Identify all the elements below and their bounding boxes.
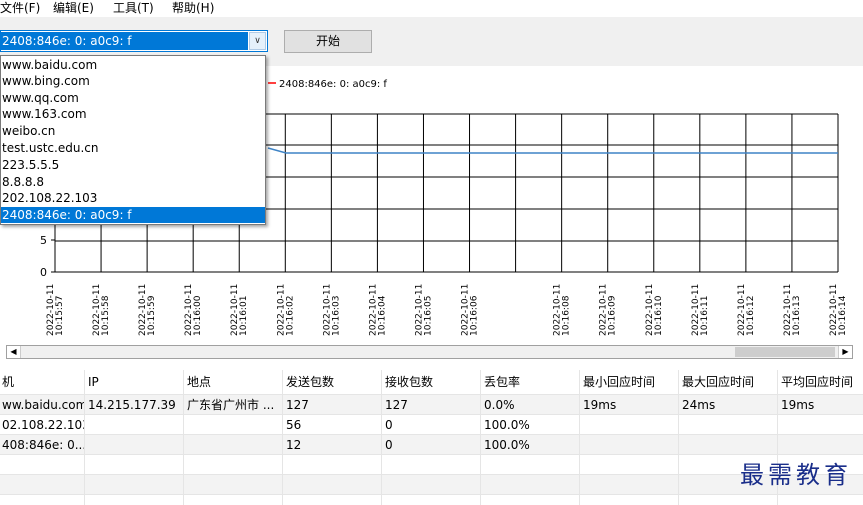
column-divider [678, 370, 679, 505]
cell-host: 408:846e: 0... [2, 438, 84, 452]
cell-location [185, 415, 282, 435]
x-tick-label: 2022-10-1110:16:09 [599, 284, 618, 336]
scrollbar-thumb[interactable] [735, 347, 835, 357]
table-row[interactable]: ww.baidu.com 14.215.177.39 广东省广州市 ... 12… [0, 395, 863, 415]
x-tick-label: 2022-10-1110:16:05 [414, 284, 433, 336]
cell-loss: 0.0% [484, 398, 515, 412]
scroll-left-icon[interactable]: ◀ [7, 346, 21, 358]
menu-bar: 文件(F) 编辑(E) 工具(T) 帮助(H) [0, 0, 863, 17]
cell-min [581, 435, 678, 455]
cell-received: 0 [385, 418, 393, 432]
legend-label: 2408:846e: 0: a0c9: f [279, 79, 387, 90]
results-table: 机 IP 地点 发送包数 接收包数 丢包率 最小回应时间 最大回应时间 平均回应… [0, 370, 863, 505]
col-header-max[interactable]: 最大回应时间 [680, 372, 775, 392]
watermark-text: 最需教育 [740, 461, 852, 489]
x-tick-label: 2022-10-1110:16:00 [184, 284, 203, 336]
host-combobox-value[interactable]: 2408:846e: 0: a0c9: f [1, 32, 248, 50]
dropdown-item[interactable]: 8.8.8.8 [1, 174, 265, 190]
col-header-min[interactable]: 最小回应时间 [581, 372, 676, 392]
x-tick-label: 2022-10-1110:16:08 [553, 284, 572, 336]
dropdown-item[interactable]: www.baidu.com [1, 57, 265, 73]
x-tick-label: 2022-10-1110:16:06 [461, 284, 480, 336]
cell-max [680, 415, 777, 435]
column-divider [480, 370, 481, 505]
cell-avg [779, 415, 863, 435]
cell-ip [86, 415, 184, 435]
cell-max: 24ms [682, 398, 716, 412]
dropdown-item-selected[interactable]: 2408:846e: 0: a0c9: f [1, 207, 265, 223]
x-tick-label: 2022-10-1110:16:11 [691, 284, 710, 336]
cell-loss: 100.0% [484, 438, 530, 452]
cell-location [185, 435, 282, 455]
x-tick-label: 2022-10-1110:16:14 [829, 284, 848, 336]
start-button[interactable]: 开始 [284, 30, 372, 53]
column-divider [282, 370, 283, 505]
series-line [267, 147, 838, 154]
col-header-loss[interactable]: 丢包率 [482, 372, 577, 392]
cell-avg: 19ms [781, 398, 815, 412]
x-tick-label: 2022-10-1110:15:59 [138, 284, 157, 336]
cell-sent: 127 [286, 398, 309, 412]
menu-file[interactable]: 文件(F) [0, 1, 40, 15]
dropdown-item[interactable]: weibo.cn [1, 123, 265, 139]
cell-min: 19ms [583, 398, 617, 412]
cell-host: 02.108.22.103 [2, 418, 84, 432]
col-header-location[interactable]: 地点 [185, 372, 280, 392]
cell-received: 127 [385, 398, 408, 412]
col-header-ip[interactable]: IP [86, 372, 181, 392]
cell-sent: 12 [286, 438, 302, 452]
cell-ip [86, 435, 184, 455]
cell-ip: 14.215.177.39 [88, 398, 176, 412]
column-divider [579, 370, 580, 505]
menu-tools[interactable]: 工具(T) [113, 1, 154, 15]
dropdown-item[interactable]: www.qq.com [1, 90, 265, 106]
col-header-avg[interactable]: 平均回应时间 [779, 372, 863, 392]
col-header-sent[interactable]: 发送包数 [284, 372, 379, 392]
table-row[interactable]: 02.108.22.103 56 0 100.0% [0, 415, 863, 435]
x-tick-label: 2022-10-1110:16:01 [230, 284, 249, 336]
x-tick-label: 2022-10-1110:15:57 [46, 284, 65, 336]
dropdown-item[interactable]: 202.108.22.103 [1, 190, 265, 206]
menu-help[interactable]: 帮助(H) [172, 1, 214, 15]
menu-edit[interactable]: 编辑(E) [53, 1, 94, 15]
column-divider [84, 370, 85, 505]
dropdown-item[interactable]: www.163.com [1, 106, 265, 122]
table-row-empty [0, 455, 863, 475]
x-tick-label: 2022-10-1110:16:10 [645, 284, 664, 336]
host-combobox[interactable]: 2408:846e: 0: a0c9: f ∨ [0, 30, 268, 52]
cell-max [680, 435, 777, 455]
col-header-host[interactable]: 机 [0, 372, 80, 392]
x-tick-label: 2022-10-1110:16:02 [276, 284, 295, 336]
cell-avg [779, 435, 863, 455]
y-tick-label: 5 [40, 234, 47, 247]
dropdown-item[interactable]: test.ustc.edu.cn [1, 140, 265, 156]
chart-horizontal-scrollbar[interactable]: ◀ ▶ [6, 345, 853, 359]
cell-min [581, 415, 678, 435]
cell-sent: 56 [286, 418, 302, 432]
cell-received: 0 [385, 438, 393, 452]
x-tick-label: 2022-10-1110:16:03 [322, 284, 341, 336]
x-tick-label: 2022-10-1110:16:04 [368, 284, 387, 336]
cell-loss: 100.0% [484, 418, 530, 432]
table-header-row: 机 IP 地点 发送包数 接收包数 丢包率 最小回应时间 最大回应时间 平均回应… [0, 370, 863, 395]
x-tick-label: 2022-10-1110:16:12 [737, 284, 756, 336]
y-tick-label: 0 [40, 266, 47, 279]
cell-host: ww.baidu.com [2, 398, 84, 412]
chevron-down-icon[interactable]: ∨ [249, 32, 266, 50]
x-tick-label: 2022-10-1110:16:13 [783, 284, 802, 336]
host-dropdown-list: www.baidu.com www.bing.com www.qq.com ww… [0, 55, 266, 225]
col-header-received[interactable]: 接收包数 [383, 372, 478, 392]
dropdown-item[interactable]: 223.5.5.5 [1, 157, 265, 173]
x-tick-label: 2022-10-1110:15:58 [92, 284, 111, 336]
column-divider [183, 370, 184, 505]
dropdown-item[interactable]: www.bing.com [1, 73, 265, 89]
table-row[interactable]: 408:846e: 0... 12 0 100.0% [0, 435, 863, 455]
scroll-right-icon[interactable]: ▶ [838, 346, 852, 358]
table-row-empty [0, 475, 863, 495]
cell-location: 广东省广州市 ... [187, 398, 275, 412]
column-divider [381, 370, 382, 505]
